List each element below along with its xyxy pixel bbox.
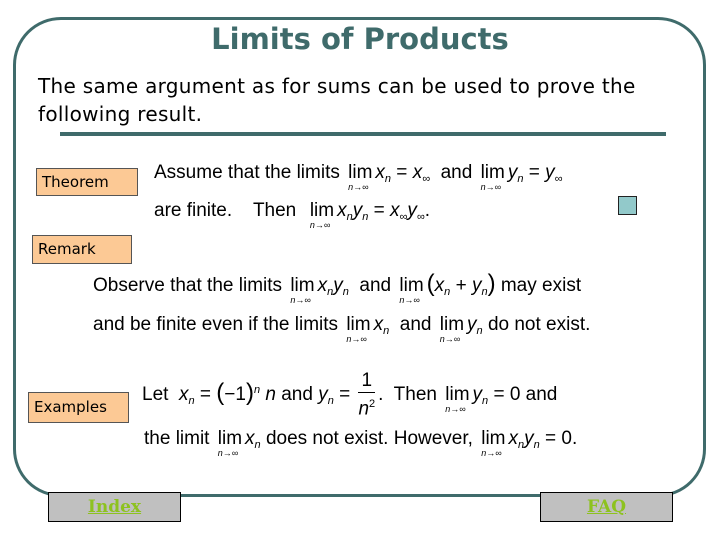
- text: Let: [142, 384, 169, 406]
- text: and: [359, 275, 392, 296]
- qed-square-icon: [618, 196, 637, 215]
- divider: [60, 132, 666, 136]
- fraction: 1 n2: [358, 370, 376, 420]
- examples-line-1: Let xn = (−1)n n and yn = 1 n2. Then lim n…: [142, 370, 558, 420]
- limit-expr: lim n→∞: [217, 428, 243, 458]
- text: the limit: [144, 428, 210, 449]
- index-button[interactable]: Index: [48, 492, 181, 522]
- text: Then: [252, 200, 297, 221]
- limit-expr: lim n→∞: [481, 428, 506, 458]
- intro-text: The same argument as for sums can be use…: [38, 74, 636, 126]
- limit-expr: lim n→∞: [445, 384, 470, 415]
- limit-expr: lim n→∞: [439, 314, 465, 344]
- limit-expr: lim n→∞: [480, 162, 505, 192]
- examples-label: Examples: [28, 392, 129, 423]
- remark-line-1: Observe that the limits lim n→∞ xnyn and l…: [93, 270, 582, 305]
- text: and: [399, 314, 432, 335]
- text: may exist: [500, 275, 582, 296]
- text: does not exist. However,: [265, 428, 473, 449]
- text: and: [281, 384, 313, 406]
- limit-expr: lim n→∞: [346, 314, 371, 344]
- limit-expr: lim n→∞: [399, 275, 424, 305]
- theorem-line-2: are finite. Then lim n→∞ xnyn = x∞y∞.: [154, 200, 430, 230]
- limit-expr: lim n→∞: [309, 200, 335, 230]
- theorem-label: Theorem: [36, 168, 138, 196]
- limit-expr: lim n→∞: [290, 275, 315, 305]
- text: are finite.: [154, 200, 233, 221]
- slide-title: Limits of Products: [211, 22, 509, 56]
- limit-expr: lim n→∞: [348, 162, 373, 192]
- text: Then: [393, 384, 437, 406]
- text: and: [440, 162, 473, 183]
- remark-line-2: and be finite even if the limits lim n→∞ x…: [93, 314, 591, 344]
- text: Observe that the limits: [93, 275, 283, 296]
- text: and: [525, 384, 558, 406]
- examples-line-2: the limit lim n→∞ xn does not exist. Howev…: [144, 428, 578, 458]
- text: and be finite even if the limits: [93, 314, 339, 335]
- remark-label: Remark: [32, 235, 132, 264]
- text: do not exist.: [487, 314, 591, 335]
- theorem-line-1: Assume that the limits lim n→∞ xn = x∞ and…: [154, 162, 563, 192]
- faq-button[interactable]: FAQ: [540, 492, 673, 522]
- text: Assume that the limits: [154, 162, 340, 183]
